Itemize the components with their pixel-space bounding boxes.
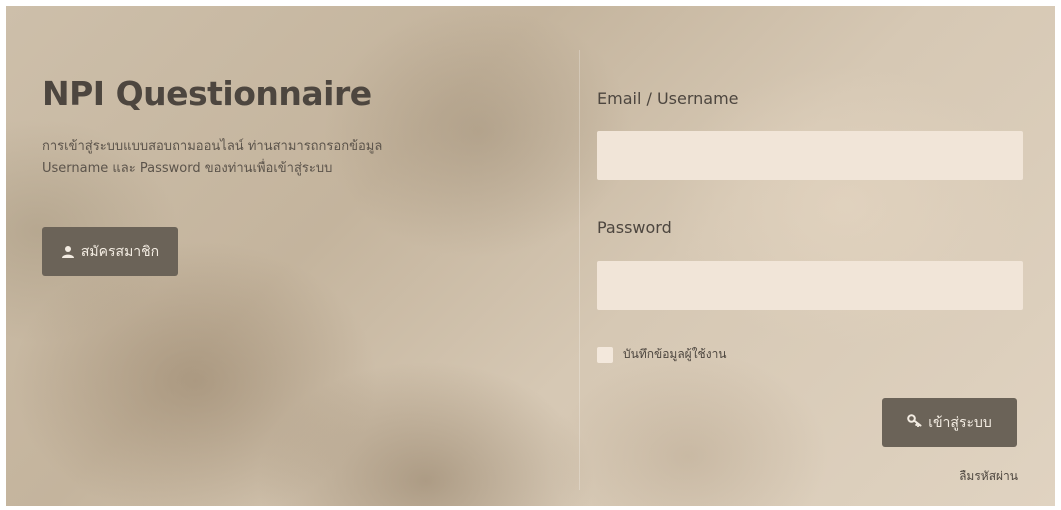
remember-me: บันทึกข้อมูลผู้ใช้งาน <box>597 345 727 364</box>
email-label: Email / Username <box>597 89 739 108</box>
password-label: Password <box>597 218 672 237</box>
column-divider <box>579 50 580 490</box>
description-line-1: การเข้าสู่ระบบแบบสอบถามออนไลน์ ท่านสามาร… <box>42 139 383 154</box>
email-field[interactable] <box>597 131 1023 180</box>
password-field[interactable] <box>597 261 1023 310</box>
user-icon <box>61 245 75 259</box>
forgot-password-link[interactable]: ลืมรหัสผ่าน <box>936 467 1018 486</box>
page-title: NPI Questionnaire <box>42 74 372 113</box>
register-button[interactable]: สมัครสมาชิก <box>42 227 178 276</box>
key-icon <box>907 414 922 431</box>
register-button-label: สมัครสมาชิก <box>80 243 160 260</box>
description-line-2: Username และ Password ของท่านเพื่อเข้าสู… <box>42 161 333 176</box>
page-description: การเข้าสู่ระบบแบบสอบถามออนไลน์ ท่านสามาร… <box>42 136 442 180</box>
login-button-label: เข้าสู่ระบบ <box>928 414 992 431</box>
login-panel: NPI Questionnaire การเข้าสู่ระบบแบบสอบถา… <box>6 6 1055 506</box>
login-button[interactable]: เข้าสู่ระบบ <box>882 398 1017 447</box>
remember-label: บันทึกข้อมูลผู้ใช้งาน <box>623 347 727 361</box>
remember-checkbox[interactable] <box>597 346 613 363</box>
